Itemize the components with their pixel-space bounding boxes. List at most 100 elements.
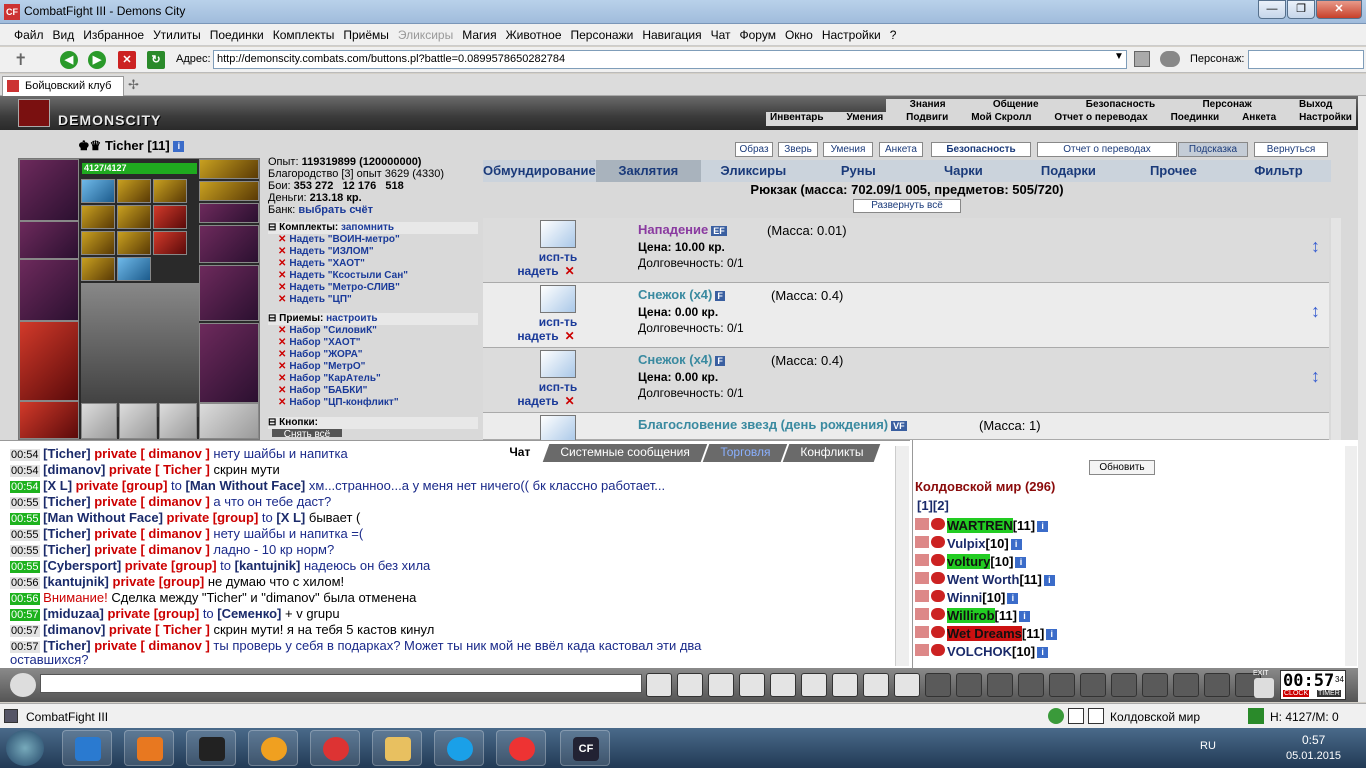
money-icon[interactable] — [987, 673, 1013, 697]
nav-main-item[interactable]: Общение — [993, 99, 1039, 112]
magic-slot-7[interactable] — [81, 231, 115, 255]
delete-icon[interactable]: ✕ — [278, 294, 286, 305]
category-tab[interactable]: Прочее — [1121, 160, 1226, 182]
chat-nick[interactable]: [Ticher] — [43, 638, 90, 653]
online-player[interactable]: Vulpix[10] i — [915, 536, 1022, 551]
wear-button[interactable]: надеть ✕ — [501, 394, 591, 408]
ring-slot-1[interactable] — [199, 203, 259, 223]
collapse-icon[interactable]: ⊟ — [268, 313, 276, 324]
item-name[interactable]: Нападение EF — [638, 222, 727, 237]
use-button[interactable]: исп-ть — [513, 250, 603, 264]
delete-icon[interactable]: ✕ — [278, 337, 286, 348]
chat-time[interactable]: 00:54 — [10, 449, 40, 461]
status-refresh-icon[interactable] — [1248, 708, 1264, 724]
magic-slot-6[interactable] — [153, 205, 187, 229]
character-select[interactable] — [1248, 50, 1364, 69]
list-item[interactable]: ✕ Набор "ЦП-конфликт" — [268, 397, 478, 409]
status-clock-icon[interactable] — [1048, 708, 1064, 724]
settings-icon[interactable] — [894, 673, 920, 697]
delete-icon[interactable]: ✕ — [278, 385, 286, 396]
character-name[interactable]: ♚♛ Ticher [11] i — [78, 138, 185, 154]
explorer-icon[interactable] — [372, 730, 422, 766]
chat-time[interactable]: 00:55 — [10, 529, 40, 541]
chat-nick[interactable]: [X L] — [276, 510, 305, 525]
menu-item[interactable]: Утилиты — [153, 28, 201, 42]
list-item[interactable]: ✕ Набор "БАБКИ" — [268, 385, 478, 397]
chat-nick[interactable]: [Ticher] — [43, 446, 90, 461]
pagination[interactable]: [1][2] — [917, 498, 949, 513]
smile-icon[interactable] — [863, 673, 889, 697]
timer-label[interactable]: TIMER — [1317, 690, 1341, 697]
skype-icon[interactable] — [434, 730, 484, 766]
category-tab[interactable]: Подарки — [1016, 160, 1121, 182]
menu-item[interactable]: Персонажи — [571, 28, 634, 42]
pet-icon[interactable] — [1204, 673, 1230, 697]
start-button[interactable] — [6, 730, 44, 766]
list-item[interactable]: ✕ Набор "МетрО" — [268, 361, 478, 373]
player-name[interactable]: Winni — [947, 590, 982, 605]
info-icon[interactable]: i — [1043, 575, 1055, 587]
status-log-icon[interactable] — [1068, 708, 1084, 724]
item-icon[interactable] — [1049, 673, 1075, 697]
refresh-button[interactable]: Обновить — [1089, 460, 1155, 475]
shield-slot[interactable] — [199, 265, 259, 321]
list-item-label[interactable]: Набор "ЦП-конфликт" — [289, 397, 398, 408]
chat-time[interactable]: 00:54 — [10, 465, 40, 477]
nav-secondary-item[interactable]: Отчет о переводах — [1054, 112, 1147, 126]
slot-bottom-2[interactable] — [119, 403, 157, 439]
online-player[interactable]: VOLCHOK[10] i — [915, 644, 1049, 659]
magic-slot-4[interactable] — [81, 205, 115, 229]
paw-icon[interactable] — [1173, 673, 1199, 697]
list-item-label[interactable]: Набор "СиловиК" — [289, 325, 377, 336]
pin-icon[interactable]: ✝ — [14, 50, 27, 70]
menu-item[interactable]: Поединки — [210, 28, 264, 42]
chat-nick[interactable]: [Man Without Face] — [186, 478, 306, 493]
delete-icon[interactable]: ✕ — [565, 394, 575, 408]
magic-slot-1[interactable] — [81, 179, 115, 203]
category-tab[interactable]: Заклятия — [595, 160, 701, 182]
list-item-label[interactable]: Набор "ХАОТ" — [289, 337, 360, 348]
wear-button[interactable]: надеть ✕ — [501, 264, 591, 278]
item-name[interactable]: Снежок (x4) F — [638, 287, 725, 302]
chat-nick[interactable]: [Ticher] — [43, 526, 90, 541]
delete-icon[interactable]: ✕ — [278, 397, 286, 408]
language-indicator[interactable]: RU — [1200, 740, 1216, 752]
page-scrollbar[interactable] — [1358, 96, 1366, 702]
delete-icon[interactable]: ✕ — [278, 258, 286, 269]
online-player[interactable]: voltury[10] i — [915, 554, 1027, 569]
delete-icon[interactable]: ✕ — [278, 234, 286, 245]
list-item[interactable]: ✕ Набор "ХАОТ" — [268, 337, 478, 349]
list-item[interactable]: ✕ Надеть "ВОИН-метро" — [268, 234, 478, 246]
delete-icon[interactable]: ✕ — [565, 329, 575, 343]
chat-private[interactable]: private [ dimanov ] — [94, 446, 210, 461]
chrome-icon[interactable] — [496, 730, 546, 766]
video-icon[interactable] — [186, 730, 236, 766]
back-icon[interactable]: ◀ — [60, 51, 78, 69]
info-icon[interactable]: i — [1010, 539, 1022, 551]
list-item[interactable]: ✕ Набор "ЖОРА" — [268, 349, 478, 361]
category-tab[interactable]: Чарки — [911, 160, 1016, 182]
delete-icon[interactable]: ✕ — [278, 282, 286, 293]
chat-time[interactable]: 00:55 — [10, 561, 40, 573]
clock-time-tray[interactable]: 0:57 — [1302, 733, 1325, 747]
address-dropdown-icon[interactable]: ▼ — [1114, 51, 1124, 62]
list-item[interactable]: ✕ Надеть "ХАОТ" — [268, 258, 478, 270]
item-name[interactable]: Снежок (x4) F — [638, 352, 725, 367]
amulet-slot[interactable] — [199, 159, 259, 179]
player-name[interactable]: Wet Dreams — [947, 626, 1022, 641]
chat-time[interactable]: 00:57 — [10, 609, 40, 621]
panel-button[interactable]: Вернуться — [1254, 142, 1328, 157]
list-item-label[interactable]: Набор "БАБКИ" — [289, 385, 367, 396]
armor-slot[interactable] — [19, 321, 79, 401]
menu-item[interactable]: Чат — [711, 28, 731, 42]
use-button[interactable]: исп-ть — [513, 380, 603, 394]
panel-button[interactable]: Образ — [735, 142, 773, 157]
wear-button[interactable]: надеть ✕ — [501, 329, 591, 343]
info-icon[interactable]: i — [1046, 629, 1058, 641]
item-icon[interactable] — [540, 285, 576, 313]
chat-time[interactable]: 00:55 — [10, 545, 40, 557]
chat-private[interactable]: private [ dimanov ] — [94, 526, 210, 541]
character-avatar[interactable] — [81, 283, 199, 417]
chat-tab[interactable]: Чат — [491, 444, 548, 462]
expand-arrow-icon[interactable]: ↕ — [1311, 366, 1320, 387]
